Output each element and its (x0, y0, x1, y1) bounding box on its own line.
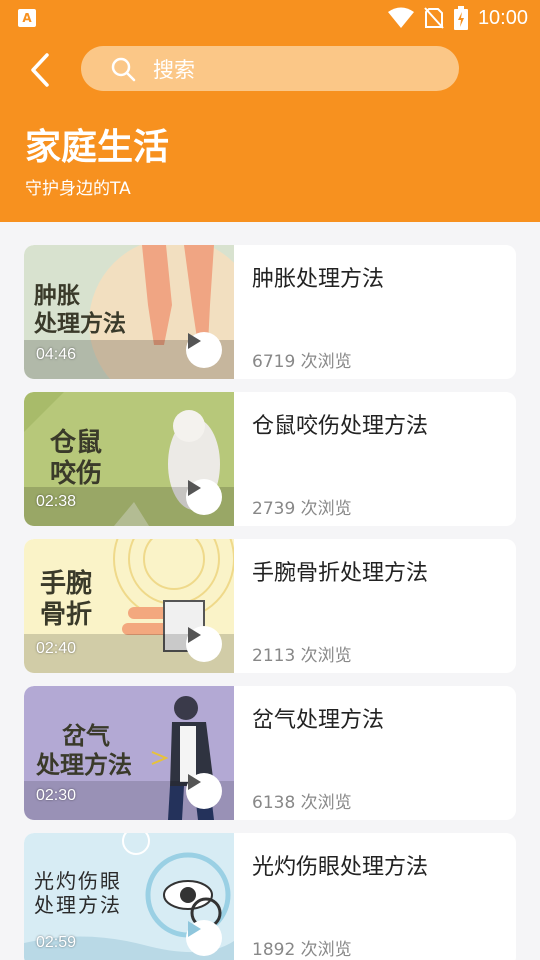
video-duration: 02:38 (36, 493, 77, 510)
thumb-title-line1: 岔气 (62, 722, 110, 750)
play-icon[interactable] (186, 479, 222, 515)
thumb-title-line2: 处理方法 (36, 750, 132, 779)
thumb-title-line1: 光灼伤眼 (34, 869, 122, 893)
video-title: 肿胀处理方法 (252, 267, 385, 292)
video-views: 6719 次浏览 (252, 352, 352, 372)
play-icon[interactable] (186, 773, 222, 809)
search-input[interactable]: 搜索 (81, 46, 459, 91)
video-card[interactable]: 仓鼠 咬伤 02:38 仓鼠咬伤处理方法 2739 次浏览 (24, 392, 516, 526)
search-placeholder: 搜索 (153, 57, 195, 82)
status-time: 10:00 (477, 6, 528, 29)
video-thumbnail: 肿胀 处理方法 04:46 (24, 245, 234, 379)
video-thumbnail: 仓鼠 咬伤 02:38 (24, 392, 234, 526)
play-icon[interactable] (186, 332, 222, 368)
video-card[interactable]: 肿胀 处理方法 04:46 肿胀处理方法 6719 次浏览 (24, 245, 516, 379)
search-icon (110, 56, 136, 82)
thumb-title-line2: 咬伤 (50, 459, 103, 490)
video-card[interactable]: 手腕 骨折 02:40 手腕骨折处理方法 2113 次浏览 (24, 539, 516, 673)
video-title: 仓鼠咬伤处理方法 (252, 414, 429, 439)
video-title: 手腕骨折处理方法 (252, 561, 429, 586)
wifi-icon (387, 7, 414, 28)
video-duration: 04:46 (36, 346, 77, 363)
app-notification-icon: A (18, 9, 36, 27)
play-icon[interactable] (186, 920, 222, 956)
page-subtitle: 守护身边的TA (25, 179, 131, 199)
video-card[interactable]: 岔气 处理方法 02:30 岔气处理方法 6138 次浏览 (24, 686, 516, 820)
video-list[interactable]: 肿胀 处理方法 04:46 肿胀处理方法 6719 次浏览 仓鼠 咬伤 02:3… (0, 222, 540, 960)
thumb-title-line1: 手腕 (40, 569, 93, 599)
video-duration: 02:30 (36, 787, 77, 804)
video-thumbnail: 岔气 处理方法 02:30 (24, 686, 234, 820)
video-thumbnail: 手腕 骨折 02:40 (24, 539, 234, 673)
status-icons: 10:00 (387, 4, 528, 32)
no-sim-icon (424, 7, 444, 29)
thumb-title-line1: 仓鼠 (50, 428, 103, 458)
video-duration: 02:59 (36, 934, 77, 951)
video-duration: 02:40 (36, 640, 77, 657)
video-title: 岔气处理方法 (252, 708, 385, 733)
video-views: 2739 次浏览 (252, 499, 352, 519)
thumb-title-line2: 处理方法 (34, 893, 122, 917)
page-title: 家庭生活 (25, 127, 170, 168)
back-button[interactable] (22, 50, 58, 90)
thumb-title-line2: 骨折 (40, 600, 93, 631)
status-bar: A 10:00 (0, 0, 540, 36)
header: A 10:00 搜索 家庭生活 守护身边的TA (0, 0, 540, 222)
battery-icon (453, 6, 468, 30)
video-views: 6138 次浏览 (252, 793, 352, 813)
video-title: 光灼伤眼处理方法 (252, 855, 429, 880)
thumb-title-line1: 肿胀 (34, 283, 80, 309)
thumb-title-line2: 处理方法 (34, 310, 126, 337)
video-views: 1892 次浏览 (252, 940, 352, 960)
play-icon[interactable] (186, 626, 222, 662)
video-thumbnail: 光灼伤眼 处理方法 02:59 (24, 833, 234, 960)
video-card[interactable]: 光灼伤眼 处理方法 02:59 光灼伤眼处理方法 1892 次浏览 (24, 833, 516, 960)
back-arrow-icon (31, 53, 49, 87)
video-views: 2113 次浏览 (252, 646, 352, 666)
